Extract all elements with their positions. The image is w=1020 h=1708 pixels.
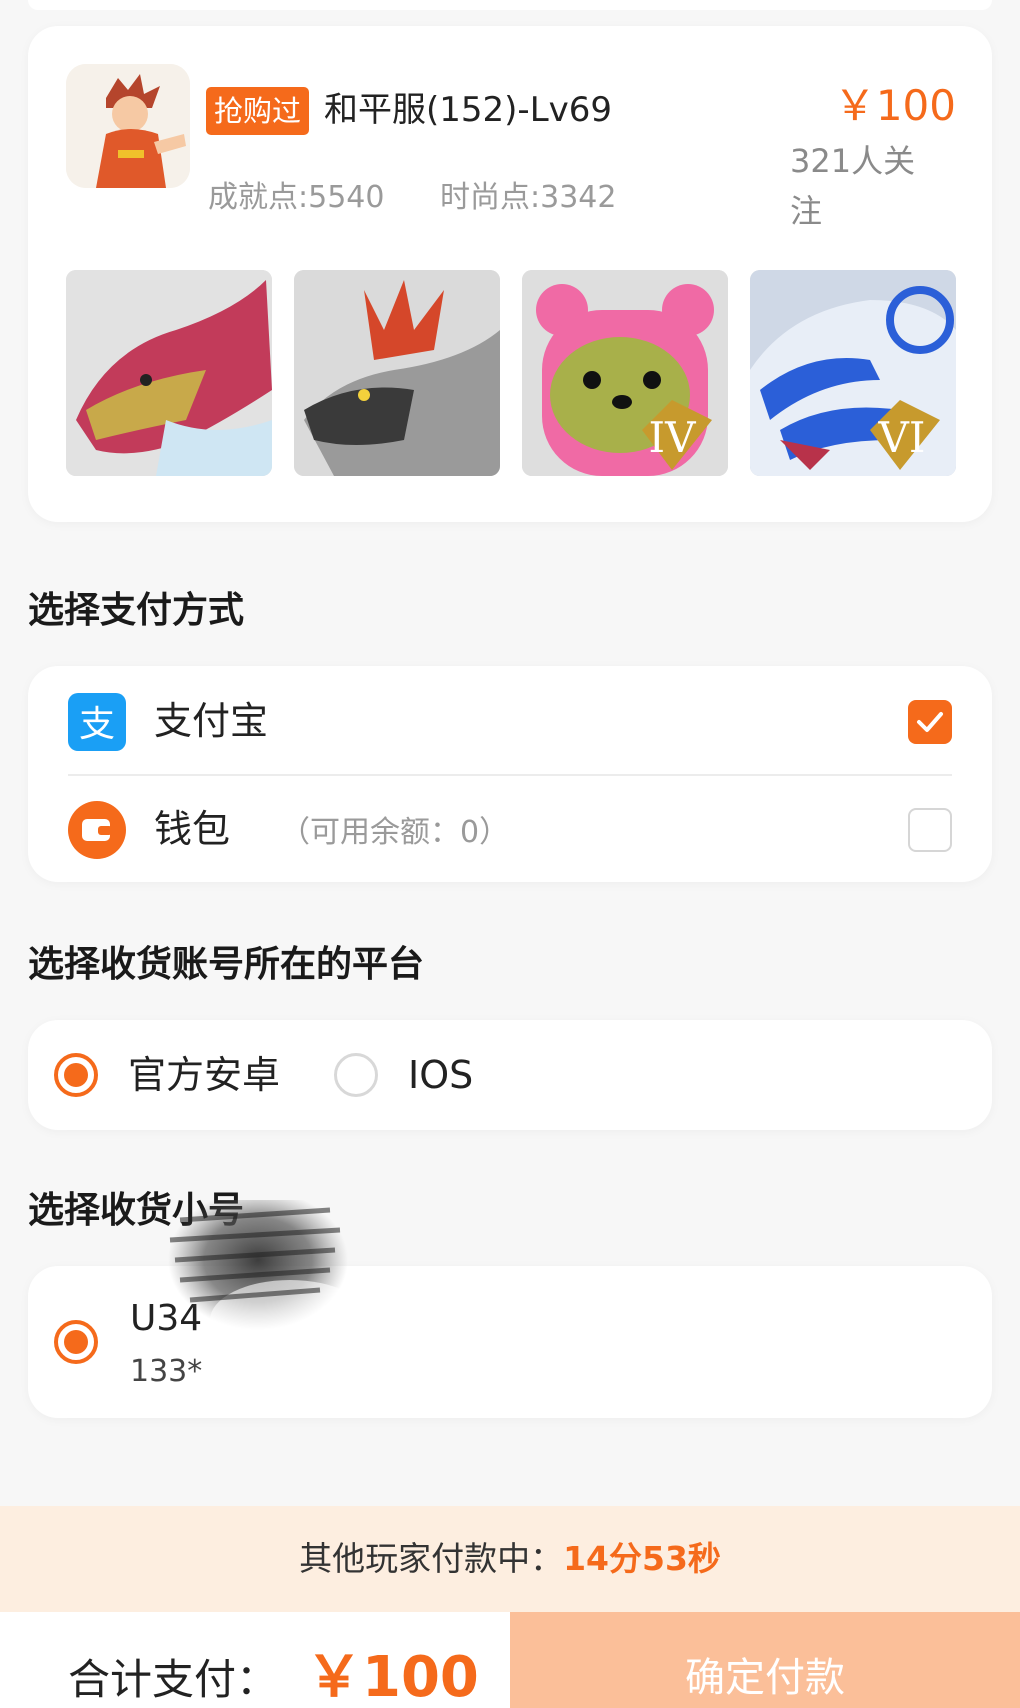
wallet-icon	[68, 801, 126, 859]
alipay-checkbox[interactable]	[908, 700, 952, 744]
product-card[interactable]: 抢购过 和平服(152)-Lv69 ￥100 321人关注 成就点:5540 时…	[28, 26, 992, 522]
check-icon	[917, 712, 943, 732]
followers-count: 321人关注	[790, 142, 916, 230]
countdown-time: 14分53秒	[563, 1539, 721, 1578]
thumb-dragon-dark[interactable]	[294, 270, 500, 476]
wallet-checkbox[interactable]	[908, 808, 952, 852]
payment-section-title: 选择支付方式	[28, 590, 245, 631]
achievement-points: 成就点:5540	[208, 180, 385, 215]
payment-option-alipay[interactable]: 支 支付宝	[28, 666, 992, 774]
confirm-payment-button[interactable]: 确定付款	[510, 1612, 1020, 1708]
platform-android-label[interactable]: 官方安卓	[128, 1048, 280, 1102]
product-price: ￥100	[833, 81, 956, 130]
payment-option-wallet[interactable]: 钱包 （可用余额：0）	[28, 774, 992, 882]
redaction-scribble	[168, 1200, 370, 1360]
thumb-pink-bear[interactable]: IV	[522, 270, 728, 476]
order-confirm-page: 抢购过 和平服(152)-Lv69 ￥100 321人关注 成就点:5540 时…	[0, 0, 1020, 1708]
platform-section-title: 选择收货账号所在的平台	[28, 944, 425, 985]
svg-text:支: 支	[79, 704, 115, 745]
thumb-badge-vi: VI	[878, 413, 926, 462]
total-amount: ￥100	[306, 1645, 479, 1708]
total-label: 合计支付：	[68, 1655, 279, 1704]
fashion-points: 时尚点:3342	[440, 180, 617, 215]
purchased-tag: 抢购过	[206, 87, 310, 135]
platform-ios-label[interactable]: IOS	[408, 1048, 473, 1102]
thumb-white-tiger[interactable]: VI	[750, 270, 956, 476]
payment-card: 支 支付宝 钱包 （可用余额：0）	[28, 666, 992, 882]
character-avatar	[66, 64, 190, 188]
platform-android-radio[interactable]	[54, 1053, 98, 1097]
countdown-banner: 其他玩家付款中：14分53秒	[0, 1506, 1020, 1612]
thumb-badge-iv: IV	[649, 413, 697, 462]
platform-card: 官方安卓 IOS	[28, 1020, 992, 1130]
product-name: 和平服(152)-Lv69	[324, 90, 613, 130]
thumb-dragon-red[interactable]	[66, 270, 272, 476]
alipay-icon: 支	[68, 693, 126, 751]
wallet-label: 钱包	[154, 807, 231, 851]
alipay-label: 支付宝	[154, 699, 269, 743]
countdown-label: 其他玩家付款中：	[299, 1539, 564, 1578]
platform-ios-radio[interactable]	[334, 1053, 378, 1097]
previous-card-edge	[28, 0, 992, 10]
checkout-bar: 合计支付： ￥100 确定付款	[0, 1612, 1020, 1708]
account-radio[interactable]	[54, 1320, 98, 1364]
wallet-balance-note: （可用余额：0）	[280, 815, 510, 850]
